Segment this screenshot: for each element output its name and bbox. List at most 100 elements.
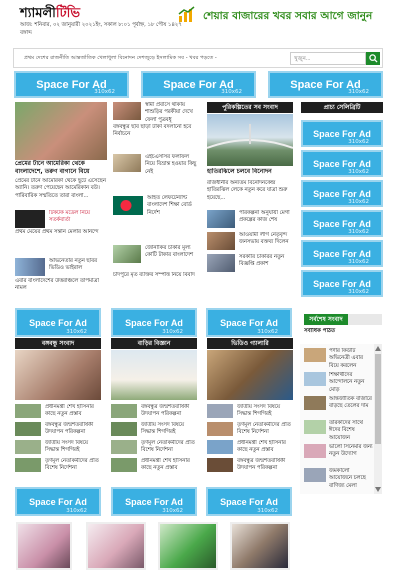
ad-slot[interactable]: Space For Ad 310x62 (206, 308, 292, 337)
news-thumbnail[interactable] (304, 396, 326, 410)
popular-item[interactable]: ভালো সিনেমার জন্য নতুন উদ্যোগ (329, 444, 373, 465)
ad-slot[interactable]: Space For Ad 310x62 (15, 487, 101, 516)
news-thumbnail[interactable] (113, 154, 141, 172)
category-item[interactable]: বঙ্গবন্ধুর জন্মশতবার্ষিকী উদযাপন পরিকল্প… (237, 458, 295, 473)
tab-latest[interactable]: সর্বশেষ সংবাদ (304, 314, 348, 325)
tiktok-thumbnail[interactable] (15, 210, 45, 228)
news-thumbnail[interactable] (111, 404, 137, 418)
ad-slot[interactable]: Space For Ad 310x62 (301, 180, 383, 207)
news-thumbnail[interactable] (15, 440, 41, 454)
category-item[interactable]: জাতীয় সংসদ বিষয়ে সিদ্ধান্ত শিগগিরই (141, 422, 199, 437)
ad-slot[interactable]: Space For Ad 310x62 (301, 120, 383, 147)
feature-photo[interactable] (207, 114, 293, 166)
mid-headline[interactable]: জোনাকির চাকরি মূল্য কোটি টাকার বাংলাদেশ (145, 245, 200, 266)
scrollbar-thumb[interactable] (375, 354, 381, 444)
news-thumbnail[interactable] (207, 254, 235, 272)
news-thumbnail[interactable] (304, 348, 326, 362)
bangladesh-flag-image[interactable] (113, 196, 143, 215)
search-input[interactable] (290, 52, 366, 65)
news-thumbnail[interactable] (304, 468, 326, 482)
ad-slot[interactable]: Space For Ad 310x62 (268, 71, 383, 98)
mid-headline[interactable]: স্বামী প্রবাসে থাকায় শাশুড়ির পরকীয়া দ… (145, 102, 200, 123)
ad-slot[interactable]: Space For Ad 310x62 (15, 308, 101, 337)
news-thumbnail[interactable] (207, 458, 233, 472)
news-thumbnail[interactable] (207, 210, 235, 228)
ad-slot[interactable]: Space For Ad 310x62 (301, 150, 383, 177)
news-thumbnail[interactable] (304, 372, 326, 386)
news-thumbnail[interactable] (15, 458, 41, 472)
category-photo[interactable] (15, 350, 101, 400)
ad-slot[interactable]: Space For Ad 310x62 (14, 71, 129, 98)
lead-headline[interactable]: প্রেমের টানে আমেরিকা থেকে বাংলাদেশে, তরু… (15, 160, 111, 176)
feature-headline[interactable]: হাতিরঝিলে চলবে বিনোদন (207, 168, 293, 177)
category-item[interactable]: প্রধানমন্ত্রী শেখ হাসিনার কাছে নতুন প্রস… (45, 404, 103, 419)
news-thumbnail[interactable] (113, 245, 141, 263)
category-header[interactable]: বাড়ির বিজ্ঞান (111, 338, 197, 349)
third-headline[interactable]: আওয়ামী লীগ নেতৃবৃন্দ জনসভায় বক্তব্য দি… (239, 232, 294, 253)
third-headline[interactable]: পরিকল্পনা অনুযায়ী মেগা প্রকল্পের কাজ শে… (239, 210, 294, 231)
ad-slot[interactable]: Space For Ad 310x62 (301, 270, 383, 297)
news-thumbnail[interactable] (111, 422, 137, 436)
section-header[interactable]: পুরিকল্পিতের সব সংবাদ (207, 102, 293, 113)
news-thumbnail[interactable] (207, 440, 233, 454)
category-item[interactable]: তৃণমূল নেতাকর্মীদের প্রতি বিশেষ নির্দেশন… (141, 440, 199, 455)
news-thumbnail[interactable] (113, 102, 141, 120)
category-item[interactable]: প্রধানমন্ত্রী শেখ হাসিনার কাছে নতুন প্রস… (141, 458, 199, 473)
lead-photo[interactable] (15, 102, 107, 160)
gallery-photo[interactable] (16, 522, 72, 570)
news-thumbnail[interactable] (111, 440, 137, 454)
ad-slot[interactable]: Space For Ad 310x62 (206, 487, 292, 516)
category-item[interactable]: জাতীয় সংসদ বিষয়ে সিদ্ধান্ত শিগগিরই (45, 440, 103, 455)
ad-slot[interactable]: Space For Ad 310x62 (111, 308, 197, 337)
category-item[interactable]: তৃণমূল নেতাকর্মীদের প্রতি বিশেষ নির্দেশন… (237, 422, 295, 437)
news-thumbnail[interactable] (207, 422, 233, 436)
news-thumbnail[interactable] (207, 404, 233, 418)
news-thumbnail[interactable] (111, 458, 137, 472)
scrollbar[interactable] (374, 344, 382, 494)
gallery-photo[interactable] (230, 522, 290, 570)
news-headline[interactable]: অভিনেতার নতুন ছবির ভিডিও ভাইরাল (49, 258, 109, 272)
lead-extra-text: প্রথম মেয়ের প্রথম সন্তান মেলার আনন্দে (15, 229, 99, 235)
category-item[interactable]: প্রধানমন্ত্রী শেখ হাসিনার কাছে নতুন প্রস… (237, 440, 295, 455)
mid-body: চাঁদপুরে মৃত ব্যক্তির সম্পত্তি নিয়ে বিব… (113, 272, 195, 278)
chevron-up-icon[interactable] (375, 346, 381, 351)
news-thumbnail[interactable] (304, 444, 326, 458)
news-thumbnail[interactable] (15, 404, 41, 418)
mid-headline[interactable]: এইচএসসির ফলাফল নিয়ে বিভ্রান্ত হওয়ার কি… (145, 154, 200, 175)
sidebar-header[interactable]: প্রাচ্য সেলিব্রিটি (301, 102, 383, 113)
category-item[interactable]: তৃণমূল নেতাকর্মীদের প্রতি বিশেষ নির্দেশন… (45, 458, 103, 473)
category-photo[interactable] (111, 350, 197, 400)
chevron-down-icon[interactable] (375, 487, 381, 492)
ad-slot[interactable]: Space For Ad 310x62 (301, 210, 383, 237)
news-thumbnail[interactable] (304, 420, 326, 434)
gallery-photo[interactable] (158, 522, 218, 570)
popular-item[interactable]: পর্দার কিউটি অভিনেত্রী এবার বিয়ে করলেন (329, 348, 373, 369)
gallery-photo[interactable] (86, 522, 146, 570)
ad-slot[interactable]: Space For Ad 310x62 (141, 71, 256, 98)
category-header[interactable]: বঙ্গবন্ধু সংবাদ (15, 338, 101, 349)
news-thumbnail[interactable] (15, 422, 41, 436)
news-thumbnail[interactable] (15, 258, 45, 276)
popular-list: পর্দার কিউটি অভিনেত্রী এবার বিয়ে করলেন … (300, 344, 382, 494)
popular-item[interactable]: তারকাদের সাথে ঈদের বিশেষ আয়োজন (329, 420, 373, 441)
third-headline[interactable]: সরকারি চাকরির নতুন বিজ্ঞপ্তি প্রকাশ (239, 254, 294, 275)
tiktok-headline[interactable]: টিকটক মডেল নিয়ে সতর্কবার্তা (49, 210, 109, 224)
tab-popular[interactable]: সর্বাধিক পঠিত (304, 328, 380, 337)
popular-item[interactable]: শিক্ষার্থীদের আন্দোলনে নতুন মোড় (329, 372, 373, 393)
category-item[interactable]: বঙ্গবন্ধুর জন্মশতবার্ষিকী উদযাপন পরিকল্প… (141, 404, 199, 419)
mid-headline[interactable]: আহত লেফটেন্যান্ট বাংলাদেশ শিক্ষা বোর্ড ন… (147, 195, 201, 237)
nav-marquee[interactable]: প্রথম দেশের রাজনীতি আন্তর্জাতিক খেলাধুলা… (24, 55, 217, 63)
category-photo[interactable] (207, 350, 293, 400)
category-item[interactable]: বঙ্গবন্ধুর জন্মশতবার্ষিকী উদযাপন পরিকল্প… (45, 422, 103, 437)
category-item[interactable]: জাতীয় সংসদ বিষয়ে সিদ্ধান্ত শিগগিরই (237, 404, 295, 419)
category-header[interactable]: ভিডিও গ্যালারি (207, 338, 293, 349)
ad-slot[interactable]: Space For Ad 310x62 (111, 487, 197, 516)
news-body: এবার বাংলাদেশের উত্তরাঞ্চলে তাপমাত্রা না… (15, 278, 99, 292)
ad-slot[interactable]: Space For Ad 310x62 (301, 240, 383, 267)
popular-item[interactable]: জমকালো আয়োজনে চলছে বাণিজ্য মেলা (329, 468, 373, 489)
share-market-banner[interactable]: শেয়ার বাজারের খবর সবার আগে জানুন (203, 9, 372, 26)
news-thumbnail[interactable] (207, 232, 235, 250)
search-button[interactable] (366, 52, 380, 65)
popular-item[interactable]: আন্তর্জাতিক বাজারে বাড়ছে তেলের দাম (329, 396, 373, 417)
logo-text: শ্যামলী (20, 6, 56, 21)
